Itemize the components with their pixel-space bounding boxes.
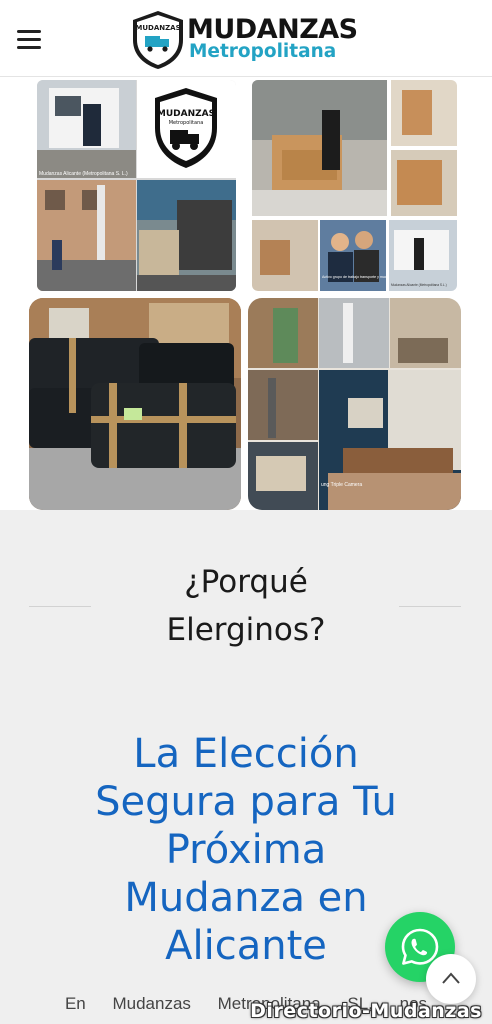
gallery-photo-trucks-collage[interactable]: Mudanzas Alicante (Metropolitana S. L.) …	[37, 80, 236, 291]
why-choose-title: ¿Porqué Elerginos?	[0, 558, 492, 654]
site-logo[interactable]: MUDANZAS MUDANZAS Metropolitana	[131, 10, 366, 70]
gallery-photo-boxes-collage[interactable]: Activo grupo de trabajo transporte y mud…	[252, 80, 457, 291]
badge-text: MUDANZAS	[157, 109, 215, 119]
badge-subtext: Metropolitana	[169, 120, 204, 126]
heading-line4: Mudanza en	[124, 875, 368, 921]
site-header: MUDANZAS MUDANZAS Metropolitana	[0, 0, 492, 77]
logo-title: MUDANZAS	[187, 14, 358, 45]
heading-line1: La Elección	[133, 731, 359, 777]
gallery-photo-wrapped-furniture[interactable]	[29, 298, 241, 510]
chevron-up-icon	[442, 972, 460, 984]
heading-line5: Alicante	[165, 923, 327, 969]
heading-line2: Segura para Tu	[95, 779, 397, 825]
caption-tr2: Mudanzas Alicante (Metropolitana S.L.)	[391, 283, 447, 287]
heading-line3: Próxima	[165, 827, 327, 873]
gallery-photo-lift-collage[interactable]: ung Triple Camera	[248, 298, 461, 510]
logo-subtitle: Metropolitana	[189, 41, 337, 62]
why-title-line1: ¿Porqué	[184, 564, 308, 600]
watermark-text: Directorio-Mudanzas	[250, 1000, 482, 1022]
shield-text: MUDANZAS	[135, 24, 180, 32]
caption-br: ung Triple Camera	[321, 482, 362, 488]
why-title-line2: Elerginos?	[166, 612, 326, 648]
photo-gallery: Mudanzas Alicante (Metropolitana S. L.) …	[0, 77, 492, 510]
hamburger-menu-icon[interactable]	[17, 29, 41, 49]
shield-logo-icon: MUDANZAS	[133, 11, 183, 69]
caption-tl: Mudanzas Alicante (Metropolitana S. L.)	[39, 171, 128, 177]
scroll-to-top-button[interactable]	[426, 954, 476, 1004]
